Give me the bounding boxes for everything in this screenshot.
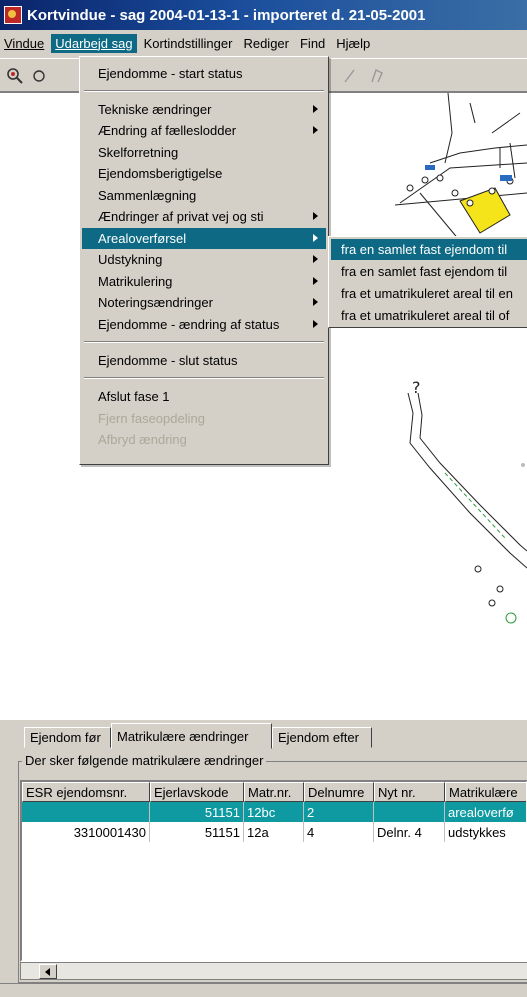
submenu-arrow-icon xyxy=(313,255,318,263)
cell-type: udstykkes xyxy=(445,822,526,842)
column-header[interactable]: Matrikulære xyxy=(445,782,526,802)
column-header[interactable]: Delnumre xyxy=(304,782,374,802)
tab-matrikulaere-aendringer[interactable]: Matrikulære ændringer xyxy=(111,723,272,749)
submenu-arrow-icon xyxy=(313,234,318,242)
menu-separator xyxy=(84,341,324,343)
menu-find[interactable]: Find xyxy=(296,34,329,53)
menu-item-skelforretning[interactable]: Skelforretning xyxy=(82,142,326,163)
title-bar: Kortvindue - sag 2004-01-13-1 - importer… xyxy=(0,0,527,30)
menu-kortindstillinger[interactable]: Kortindstillinger xyxy=(140,34,237,53)
menu-hjaelp[interactable]: Hjælp xyxy=(332,34,374,53)
group-label: Der sker følgende matrikulære ændringer xyxy=(22,753,267,768)
cell-nyt-nr: Delnr. 4 xyxy=(374,822,445,842)
menu-item-ejendomme-slut-status[interactable]: Ejendomme - slut status xyxy=(82,350,326,371)
menu-item-matrikulering[interactable]: Matrikulering xyxy=(82,271,326,292)
menu-separator xyxy=(84,90,324,92)
submenu-arrow-icon xyxy=(313,126,318,134)
zoom-icon[interactable] xyxy=(4,65,26,87)
cell-nyt-nr xyxy=(374,802,445,822)
menu-item-udstykning[interactable]: Udstykning xyxy=(82,249,326,270)
tab-ejendom-foer[interactable]: Ejendom før xyxy=(24,727,111,748)
cell-delnumre: 4 xyxy=(304,822,374,842)
menu-item-ejendomsberigtigelse[interactable]: Ejendomsberigtigelse xyxy=(82,163,326,184)
cell-ejerlav: 51151 xyxy=(150,822,244,842)
window-title: Kortvindue - sag 2004-01-13-1 - importer… xyxy=(27,6,426,24)
cell-ejerlav: 51151 xyxy=(150,802,244,822)
menu-udarbejd-sag[interactable]: Udarbejd sag xyxy=(51,33,137,53)
submenu-arrow-icon xyxy=(313,212,318,220)
submenu-item-fast-ejendom-1[interactable]: fra en samlet fast ejendom til xyxy=(331,239,527,260)
menu-item-ejendomme-aendring-af-status[interactable]: Ejendomme - ændring af status xyxy=(82,314,326,335)
column-header[interactable]: ESR ejendomsnr. xyxy=(22,782,150,802)
cell-matr: 12a xyxy=(244,822,304,842)
cell-delnumre: 2 xyxy=(304,802,374,822)
app-icon xyxy=(4,6,22,24)
column-header[interactable]: Nyt nr. xyxy=(374,782,445,802)
column-header[interactable]: Ejerlavskode xyxy=(150,782,244,802)
menu-item-noteringsaendringer[interactable]: Noteringsændringer xyxy=(82,292,326,313)
column-header[interactable]: Matr.nr. xyxy=(244,782,304,802)
submenu-item-fast-ejendom-2[interactable]: fra en samlet fast ejendom til xyxy=(331,261,527,282)
cell-matr: 12bc xyxy=(244,802,304,822)
menu-item-aendring-af-faelleslodder[interactable]: Ændring af fælleslodder xyxy=(82,120,326,141)
menu-item-privat-vej-og-sti[interactable]: Ændringer af privat vej og sti xyxy=(82,206,326,227)
pan-icon[interactable] xyxy=(28,65,50,87)
udarbejd-sag-menu: Ejendomme - start status Tekniske ændrin… xyxy=(79,56,329,465)
menu-item-ejendomme-start-status[interactable]: Ejendomme - start status xyxy=(82,63,326,84)
menu-item-fjern-faseopdeling: Fjern faseopdeling xyxy=(98,411,205,426)
tab-ejendom-efter[interactable]: Ejendom efter xyxy=(272,727,372,748)
submenu-item-umatrikuleret-2[interactable]: fra et umatrikuleret areal til of xyxy=(331,305,527,326)
submenu-arrow-icon xyxy=(313,320,318,328)
menu-bar: Vindue Udarbejd sag Kortindstillinger Re… xyxy=(0,32,527,54)
table-row[interactable]: 51151 12bc 2 arealoverfø xyxy=(22,802,526,822)
menu-item-arealoverfoersel[interactable]: Arealoverførsel xyxy=(82,228,326,249)
horizontal-scrollbar[interactable] xyxy=(20,962,527,980)
table-header: ESR ejendomsnr. Ejerlavskode Matr.nr. De… xyxy=(22,782,526,802)
menu-rediger[interactable]: Rediger xyxy=(239,34,293,53)
table-row[interactable]: 3310001430 51151 12a 4 Delnr. 4 udstykke… xyxy=(22,822,526,842)
menu-item-sammenlaegning[interactable]: Sammenlægning xyxy=(82,185,326,206)
draw-line-icon[interactable] xyxy=(340,65,362,87)
scroll-left-icon[interactable] xyxy=(39,964,57,979)
submenu-arrow-icon xyxy=(313,277,318,285)
cell-type: arealoverfø xyxy=(445,802,526,822)
changes-table[interactable]: ESR ejendomsnr. Ejerlavskode Matr.nr. De… xyxy=(20,780,527,962)
svg-text:?: ? xyxy=(412,378,421,397)
cell-esr xyxy=(22,802,150,822)
menu-item-afbryd-aendring: Afbryd ændring xyxy=(98,432,187,447)
arealoverfoersel-submenu: fra en samlet fast ejendom til fra en sa… xyxy=(328,236,527,328)
status-bar xyxy=(0,983,527,997)
submenu-arrow-icon xyxy=(313,105,318,113)
submenu-arrow-icon xyxy=(313,298,318,306)
menu-item-tekniske-aendringer[interactable]: Tekniske ændringer xyxy=(82,99,326,120)
menu-separator xyxy=(84,377,324,379)
draw-shape-icon[interactable] xyxy=(366,65,388,87)
cell-esr: 3310001430 xyxy=(22,822,150,842)
menu-item-afslut-fase-1[interactable]: Afslut fase 1 xyxy=(82,386,326,407)
tab-strip: Ejendom før Matrikulære ændringer Ejendo… xyxy=(0,723,527,749)
submenu-item-umatrikuleret-1[interactable]: fra et umatrikuleret areal til en xyxy=(331,283,527,304)
menu-vindue[interactable]: Vindue xyxy=(0,34,48,53)
